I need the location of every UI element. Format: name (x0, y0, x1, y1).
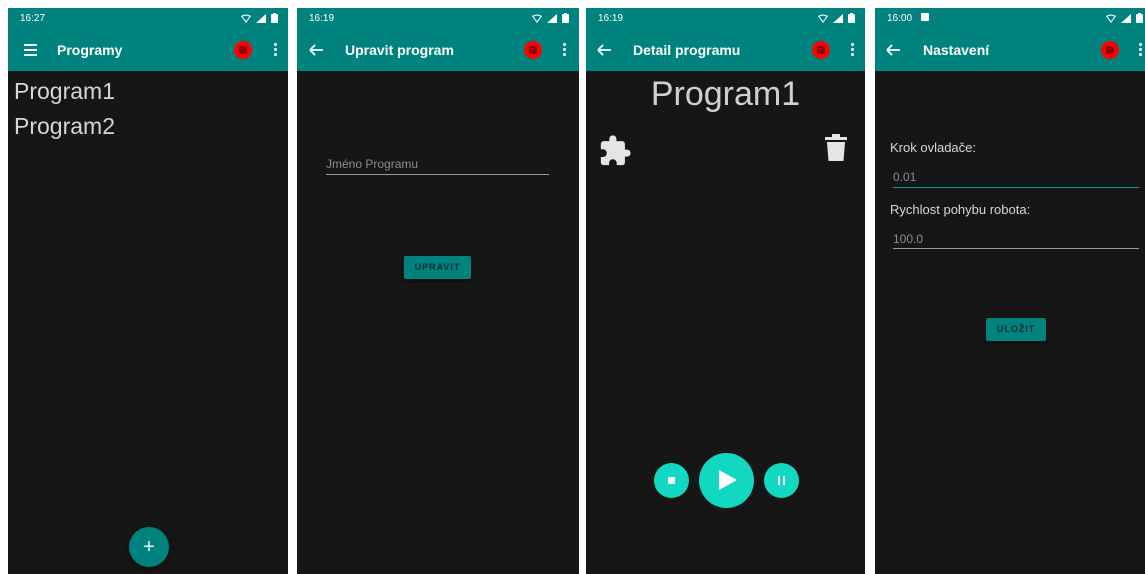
status-icons (818, 11, 855, 25)
program-name-input[interactable]: Jméno Programu (326, 157, 549, 175)
app-bar: Upravit program (297, 30, 579, 71)
page-title: Nastavení (923, 42, 990, 58)
status-time: 16:19 (309, 13, 335, 24)
status-bar: 16:19 (586, 8, 865, 30)
page-title: Programy (57, 42, 123, 58)
signal-icon (547, 13, 557, 23)
edit-button[interactable]: UPRAVIT (404, 256, 471, 279)
status-icons (1106, 11, 1143, 25)
stop-button[interactable] (654, 463, 689, 498)
screen-settings: 16:00 Nastavení Krok ovladače: 0.01 Rych… (875, 8, 1145, 574)
app-bar: Programy (8, 30, 288, 71)
notification-icon (921, 13, 929, 21)
record-icon[interactable] (234, 41, 252, 59)
record-icon[interactable] (524, 41, 542, 59)
wifi-icon (818, 14, 828, 23)
page-title: Detail programu (633, 42, 741, 58)
status-icons (241, 11, 278, 25)
step-input[interactable]: 0.01 (893, 170, 1139, 188)
signal-icon (256, 13, 266, 23)
speed-label: Rychlost pohybu robota: (890, 202, 1031, 217)
menu-icon[interactable] (22, 40, 42, 60)
back-arrow-icon[interactable] (307, 40, 327, 60)
puzzle-icon[interactable] (598, 134, 632, 168)
status-time: 16:00 (887, 13, 913, 24)
status-time: 16:19 (598, 13, 624, 24)
save-button[interactable]: ULOŽIT (986, 318, 1046, 341)
battery-icon (562, 13, 569, 23)
status-icons (532, 11, 569, 25)
app-bar: Nastavení (875, 30, 1145, 71)
pause-button[interactable] (764, 463, 799, 498)
battery-icon (271, 13, 278, 23)
screen-program-detail: 16:19 Detail programu Program1 (586, 8, 865, 574)
battery-icon (848, 13, 855, 23)
trash-icon[interactable] (824, 134, 848, 162)
speed-value: 100.0 (893, 232, 924, 246)
signal-icon (833, 13, 843, 23)
play-icon (719, 470, 737, 490)
speed-input[interactable]: 100.0 (893, 232, 1139, 249)
battery-icon (1136, 13, 1143, 23)
more-vert-icon[interactable] (561, 41, 567, 59)
screen-edit-program: 16:19 Upravit program Jméno Programu UPR… (297, 8, 579, 574)
list-item[interactable]: Program2 (14, 113, 115, 140)
back-arrow-icon[interactable] (884, 40, 904, 60)
program-name-placeholder: Jméno Programu (326, 157, 419, 171)
status-bar: 16:19 (297, 8, 579, 30)
wifi-icon (532, 14, 542, 23)
signal-icon (1121, 13, 1131, 23)
status-bar: 16:00 (875, 8, 1145, 30)
play-button[interactable] (699, 453, 754, 508)
screen-programs: 16:27 Programy Program1 Program2 + (8, 8, 288, 574)
program-title: Program1 (650, 75, 801, 113)
list-item[interactable]: Program1 (14, 78, 115, 105)
back-arrow-icon[interactable] (595, 40, 615, 60)
step-label: Krok ovladače: (890, 140, 976, 155)
app-bar: Detail programu (586, 30, 865, 71)
record-icon[interactable] (812, 41, 830, 59)
status-bar: 16:27 (8, 8, 288, 30)
wifi-icon (1106, 14, 1116, 23)
stop-icon (668, 477, 675, 484)
pause-icon (778, 476, 786, 485)
more-vert-icon[interactable] (849, 41, 855, 59)
more-vert-icon[interactable] (272, 41, 278, 59)
wifi-icon (241, 14, 251, 23)
status-time: 16:27 (20, 13, 46, 24)
record-icon[interactable] (1101, 41, 1119, 59)
more-vert-icon[interactable] (1137, 41, 1143, 59)
page-title: Upravit program (345, 42, 454, 58)
add-program-button[interactable]: + (129, 527, 169, 567)
step-value: 0.01 (893, 170, 917, 184)
